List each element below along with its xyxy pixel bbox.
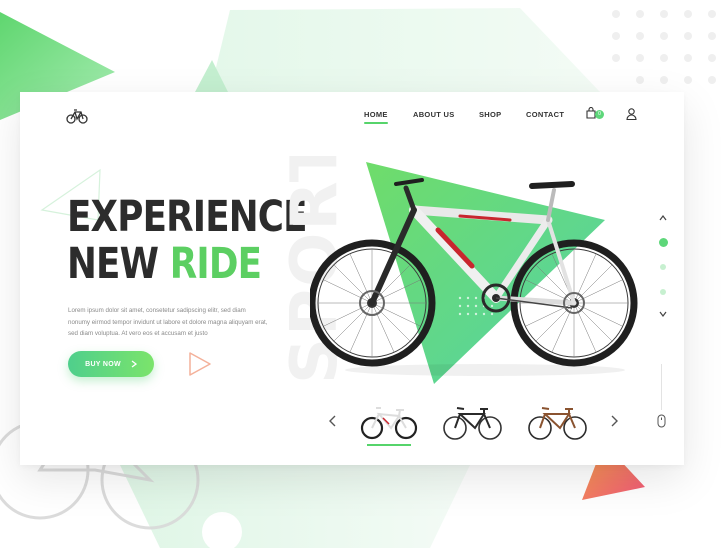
headline-plain: NEW [67,239,170,289]
thumbnail-black-road-bike[interactable] [442,402,504,444]
play-icon[interactable] [186,350,214,378]
headline-accent: RIDE [169,239,262,289]
cart-count-badge: 0 [595,110,604,119]
headline-line-2: NEW RIDE [67,241,307,288]
hero-description: Lorem ipsum dolor sit amet, consetetur s… [68,307,268,337]
chevron-right-icon [611,415,618,427]
bicycle-logo-icon[interactable] [66,106,88,126]
pagination-dot[interactable] [660,289,666,295]
carousel-prev-button[interactable] [327,414,339,428]
buy-now-label: BUY NOW [85,360,121,368]
chevron-up-icon[interactable] [658,214,668,222]
chevron-right-icon [131,360,137,368]
user-icon[interactable] [626,108,637,120]
nav-about-us[interactable]: ABOUT US [413,110,455,119]
thumbnail-active-indicator [367,444,411,446]
pagination-dot[interactable] [660,264,666,270]
chevron-left-icon [329,415,336,427]
nav-shop[interactable]: SHOP [479,110,501,119]
mouse-icon[interactable] [657,414,666,428]
nav-home[interactable]: HOME [364,110,388,124]
buy-now-button[interactable]: BUY NOW [68,351,154,377]
hero-bike-image [310,162,638,384]
scroll-track-line [661,364,662,410]
side-pagination [656,210,670,320]
cart-button[interactable]: 0 [586,107,606,121]
carousel-next-button[interactable] [608,414,620,428]
thumbnail-brown-road-bike[interactable] [527,402,589,444]
headline-line-1: EXPERIENCE [67,192,308,242]
chevron-down-icon[interactable] [658,310,668,318]
hero-headline: EXPERIENCE NEW RIDE [67,192,308,288]
nav-contact[interactable]: CONTACT [526,110,564,119]
pagination-dot-active[interactable] [658,238,668,247]
thumbnail-white-mountain-bike[interactable] [359,402,421,444]
landing-card: HOME ABOUT US SHOP CONTACT 0 EXPERIENCE … [20,92,684,465]
